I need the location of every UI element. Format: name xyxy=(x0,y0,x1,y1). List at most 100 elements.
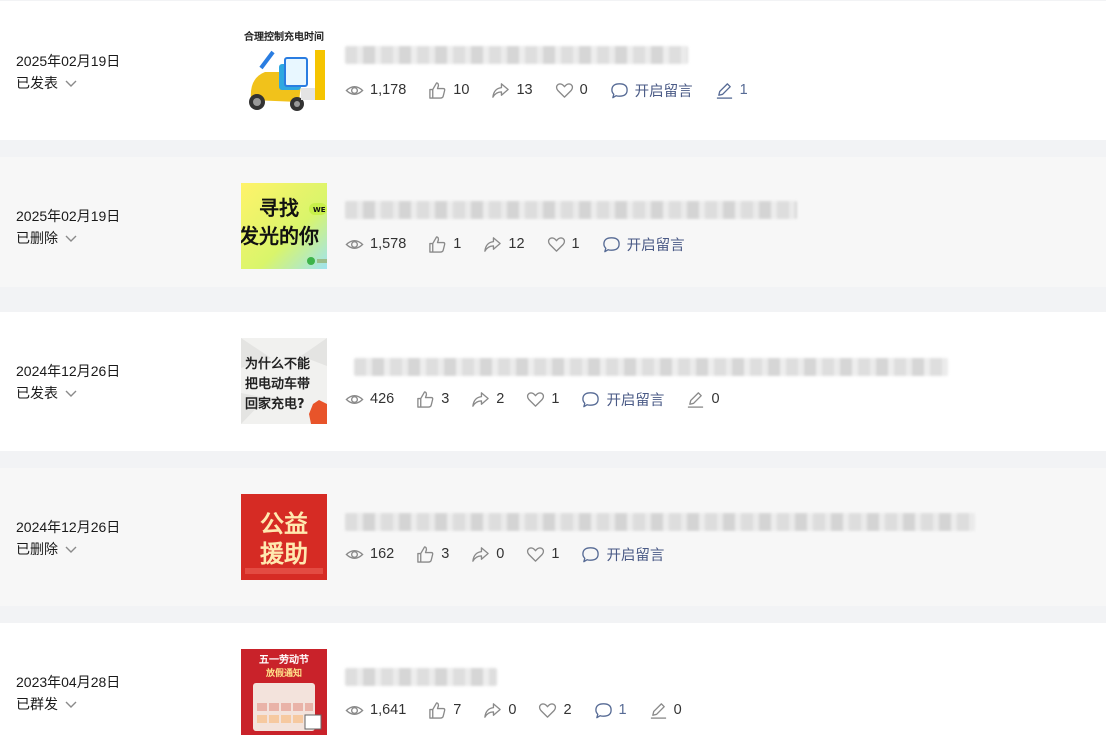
article-title[interactable] xyxy=(345,201,797,219)
favorites-count: 1 xyxy=(571,236,580,252)
row-divider xyxy=(0,606,1106,623)
thumbs-up-icon xyxy=(417,390,434,408)
views-stat: 162 xyxy=(345,545,394,564)
chevron-down-icon xyxy=(65,546,77,553)
row-divider xyxy=(0,287,1106,312)
publish-date: 2023年04月28日 xyxy=(16,674,121,690)
shares-count: 2 xyxy=(496,391,505,407)
thumbnail-badge: WE xyxy=(313,206,326,214)
shares-stat: 2 xyxy=(471,390,504,409)
likes-stat: 10 xyxy=(428,81,469,100)
comments-count: 1 xyxy=(618,702,627,718)
article-row: 2024年12月26日 已删除 公益 援助 162 3 0 1 开启留言 xyxy=(0,468,1106,606)
share-icon xyxy=(484,236,502,252)
eye-icon xyxy=(345,394,364,404)
article-stats: 426 3 2 1 开启留言 0 xyxy=(345,388,742,410)
edit-button[interactable]: 0 xyxy=(649,701,682,720)
share-icon xyxy=(472,391,490,407)
eye-icon xyxy=(345,705,364,715)
article-row: 2023年04月28日 已群发 五一劳动节 放假通知 1,641 7 0 2 1… xyxy=(0,623,1106,755)
article-title[interactable] xyxy=(345,668,497,686)
comment-icon xyxy=(602,236,620,252)
views-count: 1,578 xyxy=(370,236,407,252)
thumbnail-caption: 合理控制充电时间 xyxy=(243,30,324,43)
article-thumbnail[interactable]: 寻找 WE 发光的你 xyxy=(241,183,327,269)
article-title[interactable] xyxy=(354,358,948,376)
views-count: 162 xyxy=(370,546,395,562)
article-stats: 1,578 1 12 1 开启留言 xyxy=(345,233,707,255)
row-divider xyxy=(0,140,1106,157)
heart-icon xyxy=(555,82,573,98)
article-thumbnail[interactable]: 公益 援助 xyxy=(241,494,327,580)
favorites-stat: 1 xyxy=(526,545,559,564)
chevron-down-icon xyxy=(65,235,77,242)
article-title[interactable] xyxy=(345,513,975,531)
row-divider xyxy=(0,451,1106,468)
enable-comments-label: 开启留言 xyxy=(634,83,693,100)
thumbnail-caption-line2: 援助 xyxy=(260,540,308,568)
enable-comments-label: 开启留言 xyxy=(626,237,685,254)
status-dropdown[interactable]: 已群发 xyxy=(16,694,78,714)
heart-icon xyxy=(527,391,545,407)
status-dropdown[interactable]: 已发表 xyxy=(16,73,78,93)
shares-count: 13 xyxy=(516,82,533,98)
favorites-stat: 2 xyxy=(538,701,572,720)
likes-count: 10 xyxy=(453,82,470,98)
enable-comments-button[interactable]: 开启留言 xyxy=(581,544,664,565)
eye-icon xyxy=(345,85,364,95)
article-title[interactable] xyxy=(345,46,688,64)
share-icon xyxy=(492,82,510,98)
likes-stat: 1 xyxy=(428,235,461,254)
status-label: 已群发 xyxy=(16,696,58,712)
thumbnail-caption-line1: 公益 xyxy=(260,510,308,538)
status-dropdown[interactable]: 已删除 xyxy=(16,539,78,559)
heart-icon xyxy=(527,546,545,562)
likes-stat: 7 xyxy=(428,701,461,720)
thumbs-up-icon xyxy=(429,701,446,719)
enable-comments-button[interactable]: 开启留言 xyxy=(610,80,693,101)
pencil-icon xyxy=(716,82,732,99)
thumbnail-caption-line2: 发光的你 xyxy=(241,224,319,248)
likes-count: 1 xyxy=(453,236,462,252)
views-count: 1,641 xyxy=(370,702,407,718)
status-dropdown[interactable]: 已删除 xyxy=(16,228,78,248)
likes-count: 3 xyxy=(441,546,450,562)
article-thumbnail[interactable]: 合理控制充电时间 xyxy=(241,28,327,114)
views-stat: 1,578 xyxy=(345,235,406,254)
favorites-count: 0 xyxy=(579,82,588,98)
thumbnail-caption-line2: 放假通知 xyxy=(265,667,302,679)
favorites-count: 1 xyxy=(551,391,560,407)
article-thumbnail[interactable]: 五一劳动节 放假通知 xyxy=(241,649,327,735)
enable-comments-button[interactable]: 开启留言 xyxy=(602,234,685,255)
likes-count: 3 xyxy=(441,391,450,407)
shares-stat: 0 xyxy=(483,701,516,720)
favorites-count: 1 xyxy=(551,546,560,562)
views-count: 426 xyxy=(370,391,395,407)
enable-comments-button[interactable]: 开启留言 xyxy=(581,389,664,410)
shares-stat: 13 xyxy=(491,81,533,100)
article-stats: 1,641 7 0 2 1 0 xyxy=(345,699,704,721)
status-label: 已删除 xyxy=(16,230,58,246)
pencil-icon xyxy=(688,391,704,408)
comment-icon xyxy=(582,391,600,407)
chevron-down-icon xyxy=(65,80,77,87)
shares-count: 0 xyxy=(508,702,517,718)
edit-button[interactable]: 0 xyxy=(686,390,720,409)
edit-count: 1 xyxy=(739,82,748,98)
status-label: 已发表 xyxy=(16,385,58,401)
edit-button[interactable]: 1 xyxy=(715,81,748,100)
chevron-down-icon xyxy=(65,701,77,708)
eye-icon xyxy=(345,239,364,249)
enable-comments-label: 开启留言 xyxy=(606,392,665,409)
article-thumbnail[interactable]: 为什么不能 把电动车带 回家充电? xyxy=(241,338,327,424)
publish-date: 2024年12月26日 xyxy=(16,363,121,379)
thumbnail-caption-line3: 回家充电? xyxy=(245,396,305,412)
views-stat: 1,178 xyxy=(345,81,406,100)
favorites-stat: 1 xyxy=(547,235,580,254)
status-dropdown[interactable]: 已发表 xyxy=(16,383,78,403)
comments-button[interactable]: 1 xyxy=(594,701,627,720)
publish-date: 2025年02月19日 xyxy=(16,208,121,224)
edit-count: 0 xyxy=(711,391,720,407)
thumbnail-caption-line1: 五一劳动节 xyxy=(259,653,309,666)
article-stats: 162 3 0 1 开启留言 xyxy=(345,543,686,565)
